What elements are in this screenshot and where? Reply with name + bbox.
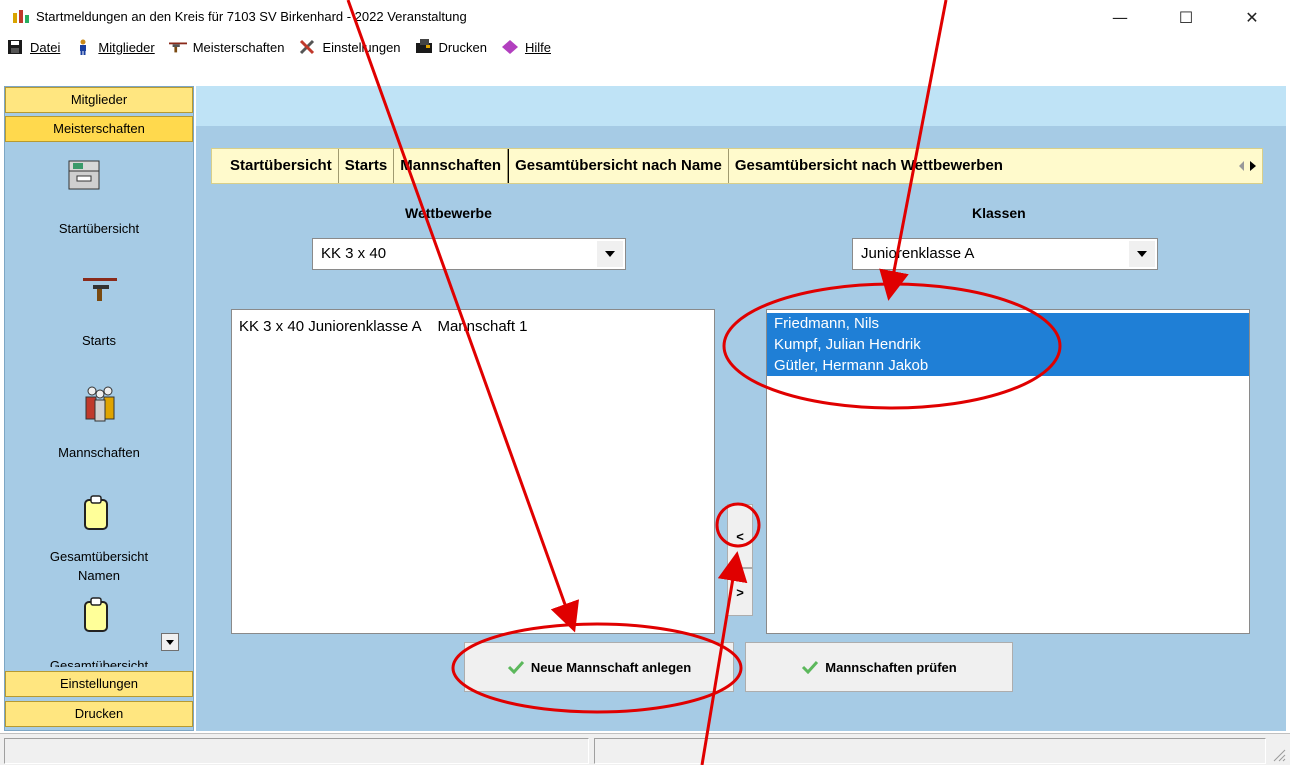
sidebar-header-einstellungen[interactable]: Einstellungen	[5, 671, 193, 697]
chevron-right-icon[interactable]	[1250, 161, 1256, 171]
title-bar: Startmeldungen an den Kreis für 7103 SV …	[0, 0, 1290, 34]
chevron-left-icon[interactable]	[1239, 161, 1244, 171]
menu-drucken[interactable]: Drucken	[409, 34, 495, 60]
tab-strip: Startübersicht Starts Mannschaften Gesam…	[211, 148, 1263, 184]
klassen-label: Klassen	[972, 205, 1026, 221]
klassen-select[interactable]: Juniorenklasse A	[852, 238, 1158, 270]
minimize-button[interactable]: —	[1090, 0, 1150, 34]
dropdown-button[interactable]	[597, 241, 623, 267]
menu-hilfe[interactable]: Hilfe	[495, 34, 559, 60]
clipboard-icon[interactable]	[83, 495, 109, 531]
sidebar-scroll-down-button[interactable]	[161, 633, 179, 651]
checkmark-icon	[507, 660, 524, 674]
move-left-button[interactable]: <	[727, 504, 753, 568]
menu-label: Mitglieder	[98, 39, 155, 55]
close-button[interactable]: ✕	[1222, 0, 1282, 34]
sidebar-header-drucken[interactable]: Drucken	[5, 701, 193, 727]
printer-icon	[415, 39, 433, 55]
tab-starts[interactable]: Starts	[339, 149, 395, 183]
chevron-down-icon	[166, 639, 174, 645]
tab-startuebersicht[interactable]: Startübersicht	[212, 149, 339, 183]
menu-bar: Datei Mitglieder Meisterschaften Einstel…	[0, 34, 1290, 60]
sidebar-item-gesamtuebersicht[interactable]: Gesamtübersicht	[5, 657, 193, 667]
sidebar-item-startuebersicht[interactable]: Startübersicht	[5, 221, 193, 236]
help-icon	[501, 39, 519, 55]
clipboard-icon[interactable]	[83, 597, 109, 633]
resize-grip-icon[interactable]	[1268, 744, 1286, 762]
check-teams-label: Mannschaften prüfen	[825, 659, 957, 675]
menu-meisterschaften[interactable]: Meisterschaften	[163, 34, 293, 60]
wettbewerbe-selected: KK 3 x 40	[321, 245, 387, 262]
list-item[interactable]: Gütler, Hermann Jakob	[767, 355, 1249, 376]
dropdown-button[interactable]	[1129, 241, 1155, 267]
save-icon	[6, 39, 24, 55]
tab-mannschaften[interactable]: Mannschaften	[394, 149, 509, 183]
status-bar	[0, 733, 1290, 765]
maximize-button[interactable]: ☐	[1156, 0, 1216, 34]
list-item[interactable]: Friedmann, Nils	[767, 313, 1249, 334]
top-band	[196, 86, 1286, 126]
menu-label: Meisterschaften	[192, 39, 285, 55]
chevron-down-icon	[1137, 251, 1147, 257]
window-title: Startmeldungen an den Kreis für 7103 SV …	[36, 9, 467, 24]
menu-datei[interactable]: Datei	[0, 34, 68, 60]
wettbewerbe-select[interactable]: KK 3 x 40	[312, 238, 626, 270]
menu-mitglieder[interactable]: Mitglieder	[68, 34, 162, 60]
sidebar: Mitglieder Meisterschaften Startübersich…	[4, 86, 194, 731]
wettbewerbe-label: Wettbewerbe	[405, 205, 492, 221]
overview-icon[interactable]	[67, 157, 101, 191]
rifle-icon[interactable]	[83, 275, 117, 303]
new-team-button[interactable]: Neue Mannschaft anlegen	[464, 642, 734, 692]
team-icon[interactable]	[83, 385, 117, 423]
app-icon	[13, 10, 29, 23]
tools-icon	[298, 39, 316, 55]
menu-label: Hilfe	[524, 39, 551, 55]
chevron-down-icon	[605, 251, 615, 257]
rifle-icon	[168, 39, 187, 55]
status-panel-left	[4, 738, 589, 764]
move-right-button[interactable]: >	[727, 568, 753, 616]
menu-label: Einstellungen	[322, 39, 401, 55]
sidebar-item-mannschaften[interactable]: Mannschaften	[5, 445, 193, 460]
tab-scroll-arrows	[1239, 149, 1256, 183]
members-list[interactable]: Friedmann, Nils Kumpf, Julian Hendrik Gü…	[766, 309, 1250, 634]
sidebar-header-mitglieder[interactable]: Mitglieder	[5, 87, 193, 113]
list-item[interactable]: Kumpf, Julian Hendrik	[767, 334, 1249, 355]
list-item[interactable]: KK 3 x 40 Juniorenklasse A Mannschaft 1	[232, 316, 714, 337]
sidebar-header-meisterschaften[interactable]: Meisterschaften	[5, 116, 193, 142]
sidebar-item-gesamtuebersicht-namen[interactable]: Gesamtübersicht Namen	[5, 547, 193, 585]
menu-label: Drucken	[438, 39, 487, 55]
checkmark-icon	[802, 660, 819, 674]
klassen-selected: Juniorenklasse A	[861, 245, 975, 262]
check-teams-button[interactable]: Mannschaften prüfen	[745, 642, 1013, 692]
menu-label: Datei	[30, 39, 61, 55]
teams-list[interactable]: KK 3 x 40 Juniorenklasse A Mannschaft 1	[231, 309, 715, 634]
sidebar-item-starts[interactable]: Starts	[5, 333, 193, 348]
tab-gesamtuebersicht-name[interactable]: Gesamtübersicht nach Name	[508, 149, 729, 183]
tab-gesamtuebersicht-wettbewerbe[interactable]: Gesamtübersicht nach Wettbewerben	[729, 149, 1009, 183]
menu-einstellungen[interactable]: Einstellungen	[292, 34, 408, 60]
member-icon	[74, 39, 92, 55]
status-panel-right	[594, 738, 1266, 764]
new-team-label: Neue Mannschaft anlegen	[530, 659, 692, 675]
